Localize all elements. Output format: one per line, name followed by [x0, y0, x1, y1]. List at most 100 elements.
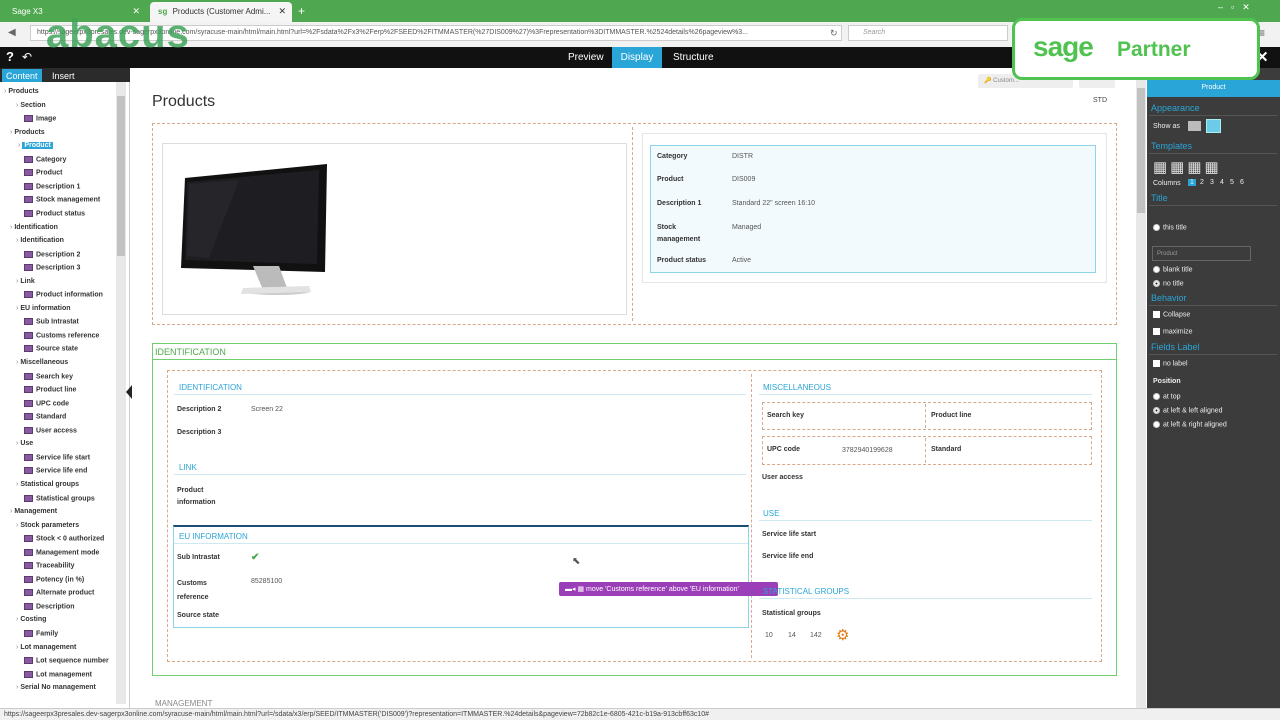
- tree-item[interactable]: Description 1: [24, 182, 80, 190]
- tree-item[interactable]: Potency (in %): [24, 575, 84, 583]
- chevron-right-icon[interactable]: ›: [10, 224, 12, 231]
- tree-item[interactable]: Product status: [24, 209, 85, 217]
- tree-item[interactable]: Sub Intrastat: [24, 318, 79, 326]
- undo-icon[interactable]: ↶: [22, 50, 32, 64]
- scrollbar-thumb[interactable]: [1137, 88, 1145, 213]
- tree-item[interactable]: Description 3: [24, 264, 80, 271]
- tree-item[interactable]: › Product: [18, 142, 53, 150]
- tree-item[interactable]: Service life end: [24, 467, 87, 475]
- chevron-right-icon[interactable]: ›: [10, 129, 12, 136]
- tree-item[interactable]: › Section: [16, 102, 46, 109]
- scrollbar-thumb[interactable]: [117, 96, 125, 256]
- window-controls[interactable]: –▫✕: [1218, 2, 1258, 13]
- tree-item[interactable]: User access: [24, 426, 77, 434]
- tree-item[interactable]: Lot sequence number: [24, 657, 109, 664]
- chevron-right-icon[interactable]: ›: [18, 142, 20, 149]
- tree-item[interactable]: › Miscellaneous: [16, 359, 68, 366]
- option-left-left[interactable]: at left & left aligned: [1153, 407, 1223, 414]
- column-option[interactable]: 4: [1218, 179, 1226, 186]
- tree-item[interactable]: › Use: [16, 440, 33, 447]
- option-blank-title[interactable]: blank title: [1153, 266, 1193, 273]
- new-tab-icon[interactable]: +: [298, 4, 305, 18]
- mode-structure[interactable]: Structure: [665, 47, 722, 68]
- chevron-right-icon[interactable]: ›: [16, 359, 18, 366]
- eu-information-block[interactable]: [173, 525, 749, 628]
- tab-insert[interactable]: Insert: [48, 69, 79, 82]
- tree-item[interactable]: Statistical groups: [24, 494, 95, 502]
- tree-item[interactable]: Description 2: [24, 250, 80, 258]
- chevron-right-icon[interactable]: ›: [4, 88, 6, 95]
- chevron-right-icon[interactable]: ›: [16, 684, 18, 691]
- tree-item[interactable]: › Identification: [10, 224, 58, 231]
- tree-item[interactable]: Search key: [24, 372, 73, 380]
- column-option[interactable]: 3: [1208, 179, 1216, 186]
- option-maximize[interactable]: maximize: [1153, 328, 1193, 335]
- tree-item[interactable]: Product: [24, 169, 62, 177]
- chevron-right-icon[interactable]: ›: [16, 237, 18, 244]
- list-view-icon[interactable]: [1206, 119, 1221, 133]
- option-collapse[interactable]: Collapse: [1153, 311, 1190, 318]
- gear-icon[interactable]: ⚙: [836, 626, 849, 644]
- tree-item[interactable]: › Management: [10, 508, 57, 515]
- tree-item[interactable]: Stock < 0 authorized: [24, 535, 104, 542]
- chevron-right-icon[interactable]: ›: [16, 522, 18, 529]
- tree-item[interactable]: Lot management: [24, 670, 92, 678]
- tree-item[interactable]: › Identification: [16, 237, 64, 244]
- tree-scrollbar[interactable]: [116, 82, 126, 704]
- tree-item[interactable]: Image: [24, 115, 56, 122]
- tree-item[interactable]: › Lot management: [16, 644, 76, 651]
- chevron-right-icon[interactable]: ›: [16, 644, 18, 651]
- reload-icon[interactable]: ↻: [830, 28, 838, 39]
- tree-item[interactable]: UPC code: [24, 399, 69, 407]
- tree-item[interactable]: Customs reference: [24, 331, 99, 339]
- folder-icon[interactable]: [1188, 121, 1201, 131]
- template-layout-icons[interactable]: ▦▦▦▦: [1153, 158, 1222, 176]
- collapse-panel-handle[interactable]: [126, 385, 132, 399]
- column-option[interactable]: 5: [1228, 179, 1236, 186]
- mode-preview[interactable]: Preview: [560, 47, 612, 68]
- help-icon[interactable]: ?: [6, 49, 14, 64]
- tree-item[interactable]: Description: [24, 602, 75, 610]
- chevron-right-icon[interactable]: ›: [16, 305, 18, 312]
- chevron-right-icon[interactable]: ›: [10, 508, 12, 515]
- tree-item[interactable]: Product information: [24, 291, 103, 299]
- option-no-label[interactable]: no label: [1153, 360, 1188, 367]
- tree-item[interactable]: › Products: [10, 129, 45, 136]
- option-no-title[interactable]: no title: [1153, 280, 1184, 287]
- tree-item[interactable]: › EU information: [16, 305, 71, 312]
- tree-item[interactable]: › Stock parameters: [16, 522, 79, 529]
- close-icon[interactable]: ✕: [278, 6, 286, 17]
- tree-item[interactable]: Product line: [24, 386, 76, 393]
- image-block[interactable]: [162, 143, 627, 315]
- chevron-right-icon[interactable]: ›: [16, 440, 18, 447]
- title-input[interactable]: Product: [1152, 246, 1251, 261]
- tree-item[interactable]: Traceability: [24, 562, 75, 570]
- column-option[interactable]: 6: [1238, 179, 1246, 186]
- tree-item[interactable]: › Costing: [16, 616, 46, 623]
- tree-item[interactable]: Standard: [24, 413, 66, 421]
- tree-item[interactable]: › Link: [16, 278, 35, 285]
- option-at-top[interactable]: at top: [1153, 393, 1181, 400]
- chevron-right-icon[interactable]: ›: [16, 278, 18, 285]
- tree-item[interactable]: Alternate product: [24, 589, 94, 597]
- tree-item[interactable]: › Serial No management: [16, 684, 96, 691]
- tree-item[interactable]: Source state: [24, 345, 78, 353]
- tree-item[interactable]: Category: [24, 155, 66, 163]
- tree-item[interactable]: › Statistical groups: [16, 481, 79, 488]
- tree-item[interactable]: Stock management: [24, 196, 100, 204]
- option-this-title[interactable]: this title: [1153, 224, 1187, 231]
- chevron-right-icon[interactable]: ›: [16, 616, 18, 623]
- tree-item[interactable]: Management mode: [24, 548, 99, 556]
- browser-search-input[interactable]: Search: [848, 25, 1008, 41]
- tree-item[interactable]: Service life start: [24, 453, 90, 461]
- option-left-right[interactable]: at left & right aligned: [1153, 421, 1227, 428]
- column-option[interactable]: 2: [1198, 179, 1206, 186]
- mode-display[interactable]: Display: [612, 47, 662, 68]
- tree-item[interactable]: Family: [24, 630, 58, 637]
- chevron-right-icon[interactable]: ›: [16, 481, 18, 488]
- product-card[interactable]: Category DISTR Product DIS009 Description 1 S…: [650, 145, 1096, 273]
- back-icon[interactable]: ◀: [8, 27, 16, 38]
- chevron-right-icon[interactable]: ›: [16, 102, 18, 109]
- column-option[interactable]: 1: [1188, 179, 1196, 186]
- tab-content[interactable]: Content: [2, 69, 42, 82]
